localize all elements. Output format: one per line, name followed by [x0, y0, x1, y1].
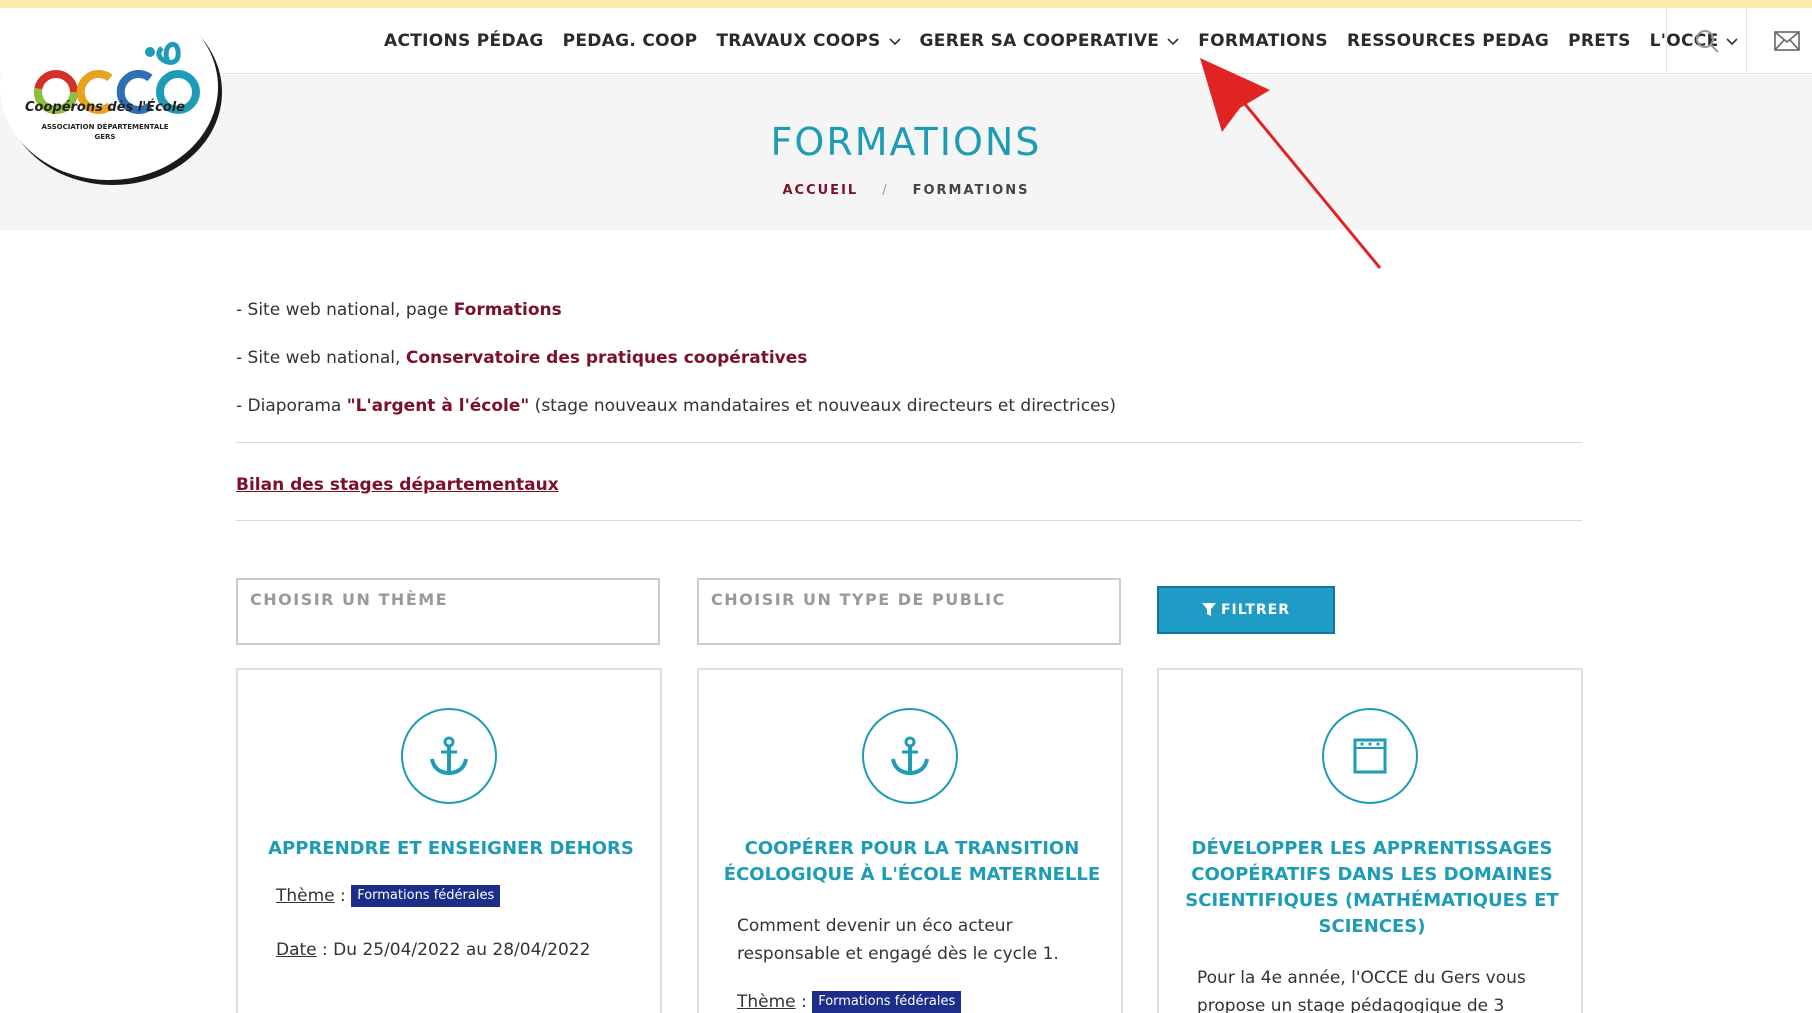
filter-button-label: FILTRER — [1220, 602, 1291, 618]
link-line-conservatoire: - Site web national, Conservatoire des p… — [236, 348, 807, 368]
card-icon-circle — [862, 708, 958, 804]
logo-dept: GERS — [94, 133, 116, 141]
nav-item-actions-pedag[interactable]: ACTIONS PÉDAG — [384, 31, 544, 51]
link-line-formations: - Site web national, page Formations — [236, 300, 562, 320]
annotation-arrow-icon — [1200, 58, 1382, 269]
breadcrumb-home-link[interactable]: ACCUEIL — [782, 183, 858, 198]
search-icon — [1695, 30, 1719, 53]
nav-label: GERER SA COOPERATIVE — [919, 31, 1160, 51]
card-title[interactable]: COOPÉRER POUR LA TRANSITION ÉCOLOGIQUE À… — [719, 836, 1105, 888]
mail-icon — [1773, 31, 1800, 51]
nav-item-prets[interactable]: PRETS — [1568, 31, 1631, 51]
nav-item-travaux-coops[interactable]: TRAVAUX COOPS — [716, 31, 901, 51]
card-title[interactable]: DÉVELOPPER LES APPRENTISSAGES COOPÉRATIF… — [1179, 836, 1565, 940]
nav-label: ACTIONS PÉDAG — [384, 31, 544, 51]
breadcrumb-current: FORMATIONS — [912, 183, 1030, 198]
nav-label: TRAVAUX COOPS — [716, 31, 881, 51]
breadcrumb: ACCUEIL / FORMATIONS — [0, 183, 1812, 198]
card-description: Comment devenir un éco acteur responsabl… — [737, 916, 1059, 964]
date-label: Date — [276, 940, 317, 960]
card-theme-row: Thème : Formations fédérales — [276, 882, 626, 910]
link-line-diaporama: - Diaporama "L'argent à l'école" (stage … — [236, 396, 1116, 416]
diaporama-link[interactable]: "L'argent à l'école" — [347, 396, 530, 416]
link-prefix: - Diaporama — [236, 396, 347, 416]
theme-tag[interactable]: Formations fédérales — [351, 885, 501, 907]
theme-select[interactable]: CHOISIR UN THÈME — [236, 578, 660, 645]
filter-button[interactable]: FILTRER — [1157, 586, 1335, 634]
theme-tag[interactable]: Formations fédérales — [812, 991, 962, 1013]
date-value: : Du 25/04/2022 au 28/04/2022 — [316, 940, 591, 960]
link-prefix: - Site web national, — [236, 348, 406, 368]
bilan-stages-link[interactable]: Bilan des stages départementaux — [236, 475, 559, 495]
card-title[interactable]: APPRENDRE ET ENSEIGNER DEHORS — [258, 836, 644, 862]
divider — [236, 442, 1582, 443]
theme-label: Thème — [737, 992, 796, 1012]
card-icon-circle — [401, 708, 497, 804]
funnel-icon — [1201, 603, 1216, 616]
search-button[interactable] — [1666, 8, 1746, 74]
card-icon-circle — [1322, 708, 1418, 804]
card-date-row: Date : Du 25/04/2022 au 28/04/2022 — [276, 936, 626, 964]
divider — [236, 520, 1582, 521]
card-description: Pour la 4e année, l'OCCE du Gers vous pr… — [1197, 968, 1526, 1013]
nav-label: PEDAG. COOP — [562, 31, 698, 51]
page-title: FORMATIONS — [770, 120, 1042, 164]
main-nav: ACTIONS PÉDAG PEDAG. COOP TRAVAUX COOPS … — [384, 8, 1757, 74]
anchor-icon — [430, 736, 468, 776]
nav-label: PRETS — [1568, 31, 1631, 51]
nav-item-pedag-coop[interactable]: PEDAG. COOP — [563, 31, 698, 51]
chevron-down-icon — [888, 38, 901, 46]
chevron-down-icon — [1167, 38, 1179, 46]
card-theme-row: Thème : Formations fédérales — [737, 988, 1087, 1013]
link-prefix: - Site web national, page — [236, 300, 454, 320]
public-type-select[interactable]: CHOISIR UN TYPE DE PUBLIC — [697, 578, 1121, 645]
mail-button[interactable] — [1746, 8, 1812, 74]
logo-subline: ASSOCIATION DÉPARTEMENTALE — [41, 123, 169, 131]
top-header: ACTIONS PÉDAG PEDAG. COOP TRAVAUX COOPS … — [0, 8, 1812, 74]
theme-label: Thème — [276, 886, 335, 906]
breadcrumb-separator: / — [882, 183, 889, 198]
formation-card[interactable]: APPRENDRE ET ENSEIGNER DEHORS Thème : Fo… — [236, 668, 662, 1013]
formation-card[interactable]: DÉVELOPPER LES APPRENTISSAGES COOPÉRATIF… — [1157, 668, 1583, 1013]
nav-item-gerer-cooperative[interactable]: GERER SA COOPERATIVE — [920, 31, 1180, 51]
formation-card[interactable]: COOPÉRER POUR LA TRANSITION ÉCOLOGIQUE À… — [697, 668, 1123, 1013]
page-banner: FORMATIONS ACCUEIL / FORMATIONS — [0, 75, 1812, 230]
formations-national-link[interactable]: Formations — [454, 300, 562, 320]
link-suffix: (stage nouveaux mandataires et nouveaux … — [529, 396, 1117, 416]
notebook-icon — [1353, 738, 1387, 774]
anchor-icon — [891, 736, 929, 776]
page: ACTIONS PÉDAG PEDAG. COOP TRAVAUX COOPS … — [0, 8, 1812, 1013]
conservatoire-link[interactable]: Conservatoire des pratiques coopératives — [406, 348, 808, 368]
logo-tagline: Coopérons dès l'École — [25, 100, 185, 115]
